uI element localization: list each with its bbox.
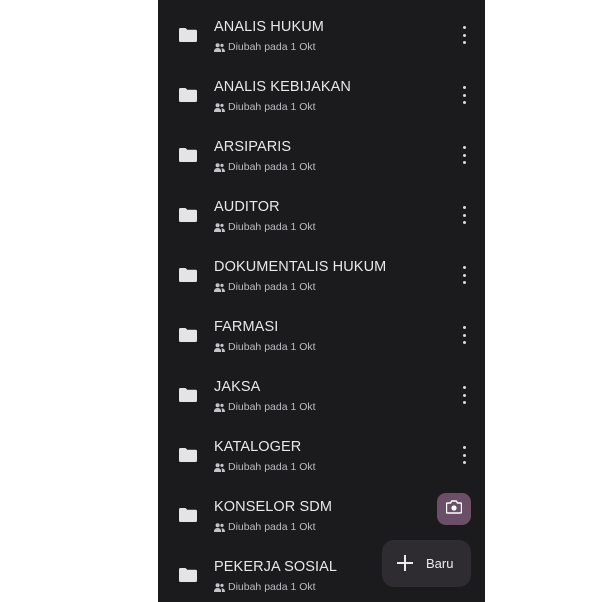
more-options-icon[interactable] xyxy=(456,146,472,164)
shared-people-icon xyxy=(214,282,225,292)
file-name: JAKSA xyxy=(214,379,261,395)
folder-icon xyxy=(179,208,197,222)
file-meta: Diubah pada 1 Okt xyxy=(214,40,316,54)
more-options-icon[interactable] xyxy=(456,446,472,464)
folder-icon xyxy=(179,568,197,582)
folder-icon xyxy=(179,448,197,462)
folder-icon xyxy=(179,268,197,282)
file-name: ANALIS HUKUM xyxy=(214,19,324,35)
shared-people-icon xyxy=(214,162,225,172)
more-options-icon[interactable] xyxy=(456,266,472,284)
folder-icon xyxy=(179,28,197,42)
file-name: ARSIPARIS xyxy=(214,139,292,155)
plus-icon xyxy=(397,555,413,571)
file-name: DOKUMENTALIS HUKUM xyxy=(214,259,387,275)
modified-date: Diubah pada 1 Okt xyxy=(228,41,316,53)
modified-date: Diubah pada 1 Okt xyxy=(228,461,316,473)
file-list: ANALIS HUKUM Diubah pada 1 Okt ANALIS KE… xyxy=(158,0,485,600)
camera-scan-button[interactable] xyxy=(437,493,471,525)
modified-date: Diubah pada 1 Okt xyxy=(228,221,316,233)
file-meta: Diubah pada 1 Okt xyxy=(214,580,316,594)
file-name: PEKERJA SOSIAL xyxy=(214,559,338,575)
list-item[interactable]: ANALIS KEBIJAKAN Diubah pada 1 Okt xyxy=(158,60,485,120)
file-name: KATALOGER xyxy=(214,439,302,455)
modified-date: Diubah pada 1 Okt xyxy=(228,581,316,593)
list-item[interactable]: ARSIPARIS Diubah pada 1 Okt xyxy=(158,120,485,180)
file-name: FARMASI xyxy=(214,319,279,335)
modified-date: Diubah pada 1 Okt xyxy=(228,281,316,293)
shared-people-icon xyxy=(214,462,225,472)
list-item[interactable]: ANALIS HUKUM Diubah pada 1 Okt xyxy=(158,0,485,60)
file-meta: Diubah pada 1 Okt xyxy=(214,400,316,414)
list-item[interactable]: KATALOGER Diubah pada 1 Okt xyxy=(158,420,485,480)
shared-people-icon xyxy=(214,342,225,352)
file-meta: Diubah pada 1 Okt xyxy=(214,220,316,234)
more-options-icon[interactable] xyxy=(456,86,472,104)
modified-date: Diubah pada 1 Okt xyxy=(228,101,316,113)
folder-icon xyxy=(179,88,197,102)
more-options-icon[interactable] xyxy=(456,206,472,224)
modified-date: Diubah pada 1 Okt xyxy=(228,341,316,353)
modified-date: Diubah pada 1 Okt xyxy=(228,521,316,533)
list-item[interactable]: DOKUMENTALIS HUKUM Diubah pada 1 Okt xyxy=(158,240,485,300)
list-item[interactable]: AUDITOR Diubah pada 1 Okt xyxy=(158,180,485,240)
list-item[interactable]: KONSELOR SDM Diubah pada 1 Okt xyxy=(158,480,485,540)
more-options-icon[interactable] xyxy=(456,386,472,404)
file-meta: Diubah pada 1 Okt xyxy=(214,340,316,354)
camera-icon xyxy=(445,499,463,519)
shared-people-icon xyxy=(214,522,225,532)
list-item[interactable]: FARMASI Diubah pada 1 Okt xyxy=(158,300,485,360)
folder-icon xyxy=(179,508,197,522)
new-button[interactable]: Baru xyxy=(382,540,471,587)
folder-icon xyxy=(179,148,197,162)
shared-people-icon xyxy=(214,42,225,52)
file-meta: Diubah pada 1 Okt xyxy=(214,100,316,114)
more-options-icon[interactable] xyxy=(456,326,472,344)
modified-date: Diubah pada 1 Okt xyxy=(228,401,316,413)
shared-people-icon xyxy=(214,582,225,592)
shared-people-icon xyxy=(214,402,225,412)
list-item[interactable]: JAKSA Diubah pada 1 Okt xyxy=(158,360,485,420)
file-name: KONSELOR SDM xyxy=(214,499,333,515)
shared-people-icon xyxy=(214,102,225,112)
drive-screen: ANALIS HUKUM Diubah pada 1 Okt ANALIS KE… xyxy=(158,0,485,602)
shared-people-icon xyxy=(214,222,225,232)
file-name: AUDITOR xyxy=(214,199,280,215)
file-name: ANALIS KEBIJAKAN xyxy=(214,79,351,95)
file-meta: Diubah pada 1 Okt xyxy=(214,460,316,474)
folder-icon xyxy=(179,328,197,342)
modified-date: Diubah pada 1 Okt xyxy=(228,161,316,173)
more-options-icon[interactable] xyxy=(456,26,472,44)
folder-icon xyxy=(179,388,197,402)
file-meta: Diubah pada 1 Okt xyxy=(214,520,316,534)
new-button-label: Baru xyxy=(426,556,454,571)
file-meta: Diubah pada 1 Okt xyxy=(214,160,316,174)
file-meta: Diubah pada 1 Okt xyxy=(214,280,316,294)
